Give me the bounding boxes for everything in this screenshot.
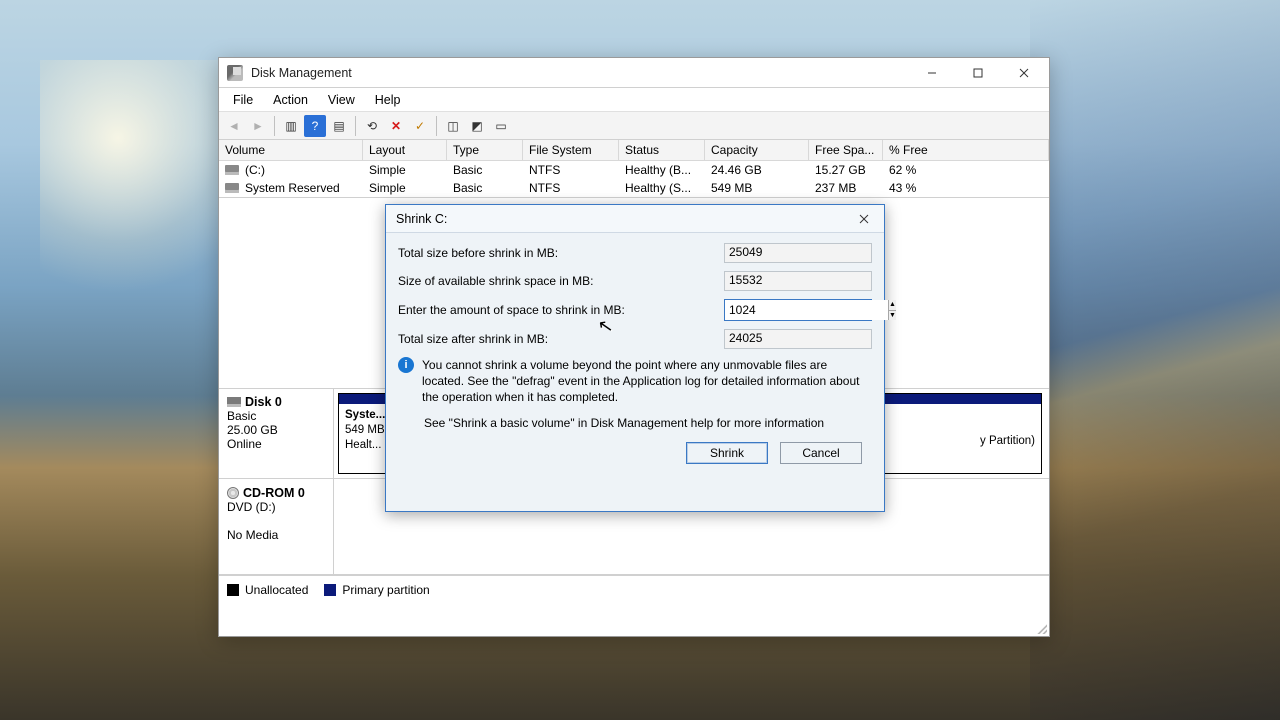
partition-health: Healt...	[345, 439, 381, 451]
table-row[interactable]: System Reserved Simple Basic NTFS Health…	[219, 179, 1049, 197]
dialog-title: Shrink C:	[396, 212, 850, 226]
legend-label: Unallocated	[245, 583, 308, 597]
dialog-close-button[interactable]	[850, 208, 878, 230]
label-total-after: Total size after shrink in MB:	[398, 332, 724, 346]
disk-size: 25.00 GB	[227, 423, 278, 437]
swatch-unallocated	[227, 584, 239, 596]
col-layout[interactable]: Layout	[363, 140, 447, 161]
cell: Healthy (B...	[619, 161, 705, 179]
volume-icon	[225, 165, 239, 175]
cell: Basic	[447, 179, 523, 197]
menu-file[interactable]: File	[225, 91, 261, 109]
resize-grip[interactable]	[1035, 622, 1047, 634]
cell: Simple	[363, 179, 447, 197]
label-total-before: Total size before shrink in MB:	[398, 246, 724, 260]
cell: 237 MB	[809, 179, 883, 197]
cell: Healthy (S...	[619, 179, 705, 197]
cell: Simple	[363, 161, 447, 179]
col-volume[interactable]: Volume	[219, 140, 363, 161]
refresh-icon[interactable]: ⟲	[361, 115, 383, 137]
partition-health: y Partition)	[980, 435, 1035, 447]
cell: NTFS	[523, 179, 619, 197]
value-available: 15532	[724, 271, 872, 291]
back-button[interactable]: ◄	[223, 115, 245, 137]
app-icon	[227, 65, 243, 81]
menu-bar: File Action View Help	[219, 88, 1049, 112]
shrink-dialog: Shrink C: Total size before shrink in MB…	[385, 204, 885, 512]
cdrom-icon	[227, 487, 239, 499]
info-text: You cannot shrink a volume beyond the po…	[422, 357, 872, 406]
forward-button[interactable]: ►	[247, 115, 269, 137]
volume-table: Volume Layout Type File System Status Ca…	[219, 140, 1049, 198]
cell: (C:)	[245, 163, 265, 177]
spin-up-button[interactable]: ▲	[889, 300, 896, 311]
label-enter-amount: Enter the amount of space to shrink in M…	[398, 303, 724, 317]
action2-icon[interactable]: ◩	[466, 115, 488, 137]
legend: Unallocated Primary partition	[219, 575, 1049, 603]
col-filesystem[interactable]: File System	[523, 140, 619, 161]
see-help-text: See "Shrink a basic volume" in Disk Mana…	[424, 416, 872, 430]
table-row[interactable]: (C:) Simple Basic NTFS Healthy (B... 24.…	[219, 161, 1049, 179]
cell: 43 %	[883, 179, 1049, 197]
value-total-before: 25049	[724, 243, 872, 263]
volume-icon	[225, 183, 239, 193]
show-hide-button[interactable]: ▥	[280, 115, 302, 137]
menu-view[interactable]: View	[320, 91, 363, 109]
dialog-titlebar[interactable]: Shrink C:	[386, 205, 884, 233]
col-status[interactable]: Status	[619, 140, 705, 161]
col-type[interactable]: Type	[447, 140, 523, 161]
info-icon: i	[398, 357, 414, 373]
help-icon[interactable]: ?	[304, 115, 326, 137]
value-total-after: 24025	[724, 329, 872, 349]
swatch-primary	[324, 584, 336, 596]
partition-size: 549 MB	[345, 424, 385, 436]
action1-icon[interactable]: ◫	[442, 115, 464, 137]
menu-help[interactable]: Help	[367, 91, 409, 109]
action3-icon[interactable]: ▭	[490, 115, 512, 137]
menu-action[interactable]: Action	[265, 91, 316, 109]
shrink-amount-input[interactable]	[725, 300, 888, 320]
volume-table-header: Volume Layout Type File System Status Ca…	[219, 140, 1049, 161]
legend-label: Primary partition	[342, 583, 429, 597]
cdrom-state: No Media	[227, 528, 278, 542]
disk-type: Basic	[227, 409, 256, 423]
check-icon[interactable]: ✓	[409, 115, 431, 137]
partition-name: Syste...	[345, 409, 385, 421]
label-available: Size of available shrink space in MB:	[398, 274, 724, 288]
spin-down-button[interactable]: ▼	[889, 311, 896, 321]
minimize-button[interactable]	[909, 58, 955, 88]
cell: 24.46 GB	[705, 161, 809, 179]
col-freespace[interactable]: Free Spa...	[809, 140, 883, 161]
cell: NTFS	[523, 161, 619, 179]
cdrom-title: CD-ROM 0	[243, 486, 305, 500]
col-pctfree[interactable]: % Free	[883, 140, 1049, 161]
cell: 549 MB	[705, 179, 809, 197]
shrink-button[interactable]: Shrink	[686, 442, 768, 464]
cell: System Reserved	[245, 181, 340, 195]
details-icon[interactable]: ▤	[328, 115, 350, 137]
toolbar: ◄ ► ▥ ? ▤ ⟲ ✕ ✓ ◫ ◩ ▭	[219, 112, 1049, 140]
col-capacity[interactable]: Capacity	[705, 140, 809, 161]
cell: 15.27 GB	[809, 161, 883, 179]
cell: Basic	[447, 161, 523, 179]
title-bar[interactable]: Disk Management	[219, 58, 1049, 88]
maximize-button[interactable]	[955, 58, 1001, 88]
window-title: Disk Management	[251, 66, 909, 80]
cell: 62 %	[883, 161, 1049, 179]
close-button[interactable]	[1001, 58, 1047, 88]
cdrom-label: DVD (D:)	[227, 500, 276, 514]
disk-state: Online	[227, 437, 262, 451]
disk-icon	[227, 397, 241, 407]
shrink-amount-spinner[interactable]: ▲ ▼	[724, 299, 872, 321]
cancel-button[interactable]: Cancel	[780, 442, 862, 464]
delete-icon[interactable]: ✕	[385, 115, 407, 137]
disk-title: Disk 0	[245, 395, 282, 409]
